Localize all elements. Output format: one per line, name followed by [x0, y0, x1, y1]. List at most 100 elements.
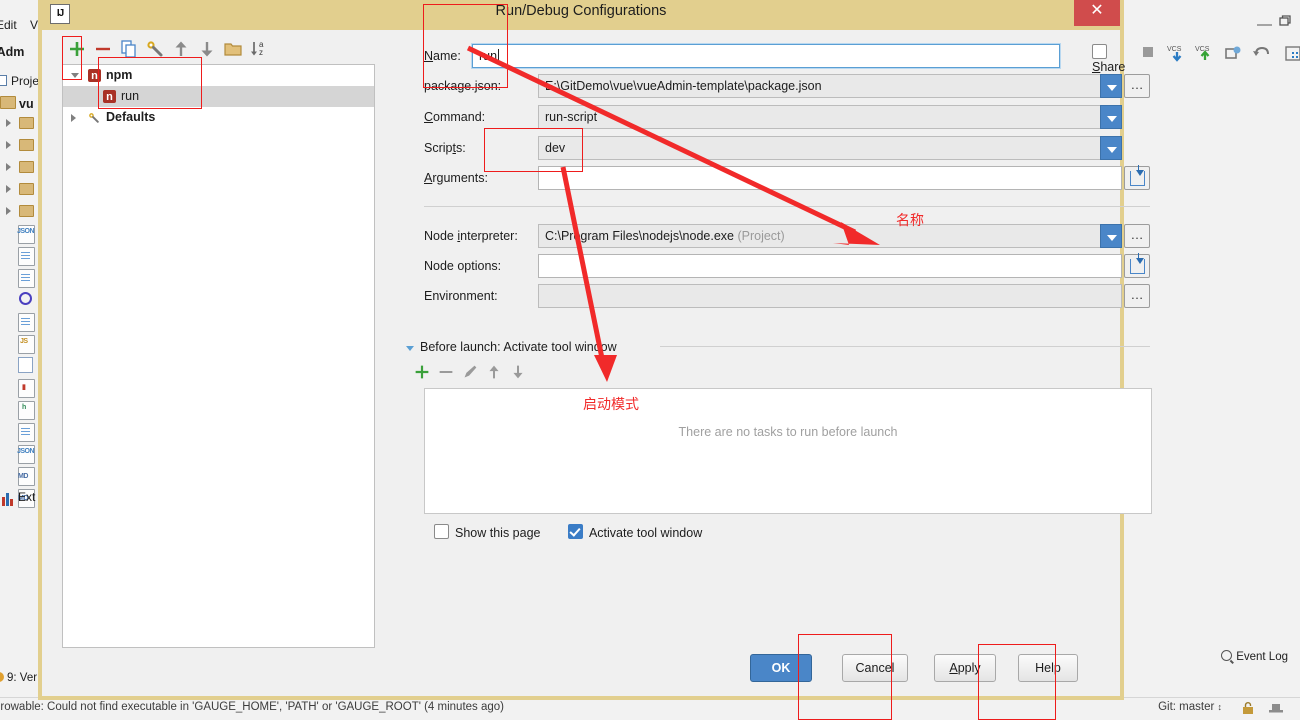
- add-configuration-button[interactable]: [66, 38, 88, 60]
- external-libraries-node[interactable]: Ext: [2, 490, 35, 506]
- ok-button[interactable]: OK: [750, 654, 812, 682]
- list-item[interactable]: [0, 310, 40, 332]
- text-caret: [498, 49, 500, 63]
- libraries-icon: [2, 492, 14, 506]
- tree-node-label: Defaults: [106, 110, 156, 124]
- add-task-button[interactable]: [412, 362, 432, 385]
- list-item[interactable]: JSON: [0, 442, 40, 464]
- list-item[interactable]: [0, 288, 40, 310]
- name-input-value: run: [479, 49, 498, 63]
- tree-row[interactable]: [0, 200, 40, 222]
- node-interpreter-browse-button[interactable]: …: [1124, 224, 1150, 248]
- project-tool-window-tab[interactable]: Proje: [0, 74, 39, 88]
- restore-button[interactable]: [1278, 14, 1292, 31]
- tree-row[interactable]: [0, 156, 40, 178]
- share-checkbox[interactable]: Share: [1092, 44, 1125, 74]
- move-up-button[interactable]: [170, 38, 192, 60]
- package-json-input[interactable]: E:\GitDemo\vue\vueAdmin-template\package…: [538, 74, 1122, 98]
- hat-icon[interactable]: [1268, 701, 1284, 718]
- package-json-browse-button[interactable]: …: [1124, 74, 1150, 98]
- layout-icon[interactable]: [1282, 42, 1300, 67]
- bottom-tab-version-control[interactable]: 9: Ver: [0, 672, 37, 684]
- package-json-value: E:\GitDemo\vue\vueAdmin-template\package…: [545, 79, 822, 93]
- list-item[interactable]: ▮: [0, 376, 40, 398]
- svg-text:VCS: VCS: [1195, 46, 1210, 53]
- before-launch-header[interactable]: Before launch: Activate tool window: [406, 340, 617, 354]
- activate-tool-window-box[interactable]: [567, 524, 583, 539]
- name-input[interactable]: run: [471, 43, 1061, 69]
- list-item[interactable]: [0, 354, 40, 376]
- tree-node-run[interactable]: run: [63, 86, 374, 108]
- cancel-button[interactable]: Cancel: [842, 654, 908, 682]
- menu-edit[interactable]: Edit: [0, 18, 17, 32]
- remove-configuration-button[interactable]: [92, 38, 114, 60]
- configurations-toolbar: az: [62, 38, 392, 66]
- tree-row[interactable]: [0, 178, 40, 200]
- environment-browse-button[interactable]: …: [1124, 284, 1150, 308]
- copy-configuration-button[interactable]: [118, 38, 140, 60]
- command-input[interactable]: run-script: [538, 105, 1122, 129]
- project-root-node[interactable]: vu: [0, 96, 34, 111]
- vcs-commit-icon[interactable]: VCS: [1194, 42, 1216, 67]
- minimize-button[interactable]: —: [1257, 16, 1272, 33]
- configurations-tree[interactable]: npm run Defaults: [62, 64, 375, 648]
- task-move-down-button[interactable]: [508, 362, 528, 385]
- list-item[interactable]: [0, 266, 40, 288]
- scripts-dropdown-button[interactable]: [1100, 136, 1122, 160]
- status-message: hrowable: Could not find executable in '…: [0, 701, 505, 713]
- move-into-folder-button[interactable]: [222, 38, 244, 60]
- apply-button[interactable]: Apply: [934, 654, 996, 682]
- node-interpreter-input[interactable]: C:\Program Files\nodejs\node.exe (Projec…: [538, 224, 1122, 248]
- tree-node-label: run: [121, 89, 140, 103]
- tree-row[interactable]: [0, 134, 40, 156]
- list-item[interactable]: [0, 420, 40, 442]
- node-options-input[interactable]: [538, 254, 1122, 278]
- folder-icon: [19, 139, 34, 151]
- vcs-update-icon[interactable]: VCS: [1166, 42, 1188, 67]
- command-dropdown-button[interactable]: [1100, 105, 1122, 129]
- close-icon[interactable]: ✕: [1074, 0, 1120, 26]
- chevron-right-icon: [6, 141, 11, 149]
- menu-view[interactable]: V: [30, 18, 38, 32]
- event-log-button[interactable]: Event Log: [1221, 650, 1288, 663]
- edit-task-button[interactable]: [460, 362, 480, 385]
- chart-file-icon: [18, 379, 35, 398]
- edit-templates-button[interactable]: [144, 38, 166, 60]
- undo-icon[interactable]: [1250, 42, 1272, 67]
- npm-icon: [88, 66, 101, 87]
- task-move-up-button[interactable]: [484, 362, 504, 385]
- share-checkbox-box[interactable]: [1092, 44, 1107, 59]
- bottom-tab-label: 9: Ver: [7, 672, 38, 684]
- chevron-down-icon[interactable]: [71, 73, 79, 82]
- list-item[interactable]: JS: [0, 332, 40, 354]
- remove-task-button[interactable]: [436, 362, 456, 385]
- show-this-page-box[interactable]: [434, 524, 449, 539]
- sort-configurations-button[interactable]: az: [248, 38, 270, 60]
- stop-icon[interactable]: [1138, 42, 1158, 65]
- node-options-expand-button[interactable]: [1124, 253, 1150, 278]
- lock-icon[interactable]: [1242, 702, 1254, 718]
- before-launch-task-list[interactable]: There are no tasks to run before launch: [424, 388, 1152, 514]
- show-this-page-checkbox[interactable]: Show this page: [434, 524, 540, 540]
- list-item[interactable]: MD: [0, 464, 40, 486]
- move-down-button[interactable]: [196, 38, 218, 60]
- tree-node-defaults[interactable]: Defaults: [63, 107, 374, 128]
- tree-row[interactable]: [0, 112, 40, 134]
- scripts-input[interactable]: dev: [538, 136, 1122, 160]
- arguments-input[interactable]: [538, 166, 1122, 190]
- arguments-expand-button[interactable]: [1124, 165, 1150, 190]
- table-file-icon: [18, 357, 33, 373]
- list-item[interactable]: [0, 244, 40, 266]
- list-item[interactable]: h: [0, 398, 40, 420]
- git-branch-widget[interactable]: Git: master ↕: [1158, 701, 1222, 713]
- activate-tool-window-checkbox[interactable]: Activate tool window: [567, 524, 702, 540]
- sync-icon[interactable]: [1222, 42, 1244, 67]
- help-button[interactable]: Help: [1018, 654, 1078, 682]
- environment-input[interactable]: [538, 284, 1122, 308]
- node-interpreter-dropdown-button[interactable]: [1100, 224, 1122, 248]
- chevron-down-icon[interactable]: [406, 346, 414, 351]
- tree-node-npm[interactable]: npm: [63, 65, 374, 87]
- package-json-dropdown-button[interactable]: [1100, 74, 1122, 98]
- chevron-right-icon[interactable]: [71, 114, 76, 122]
- list-item[interactable]: JSON: [0, 222, 40, 244]
